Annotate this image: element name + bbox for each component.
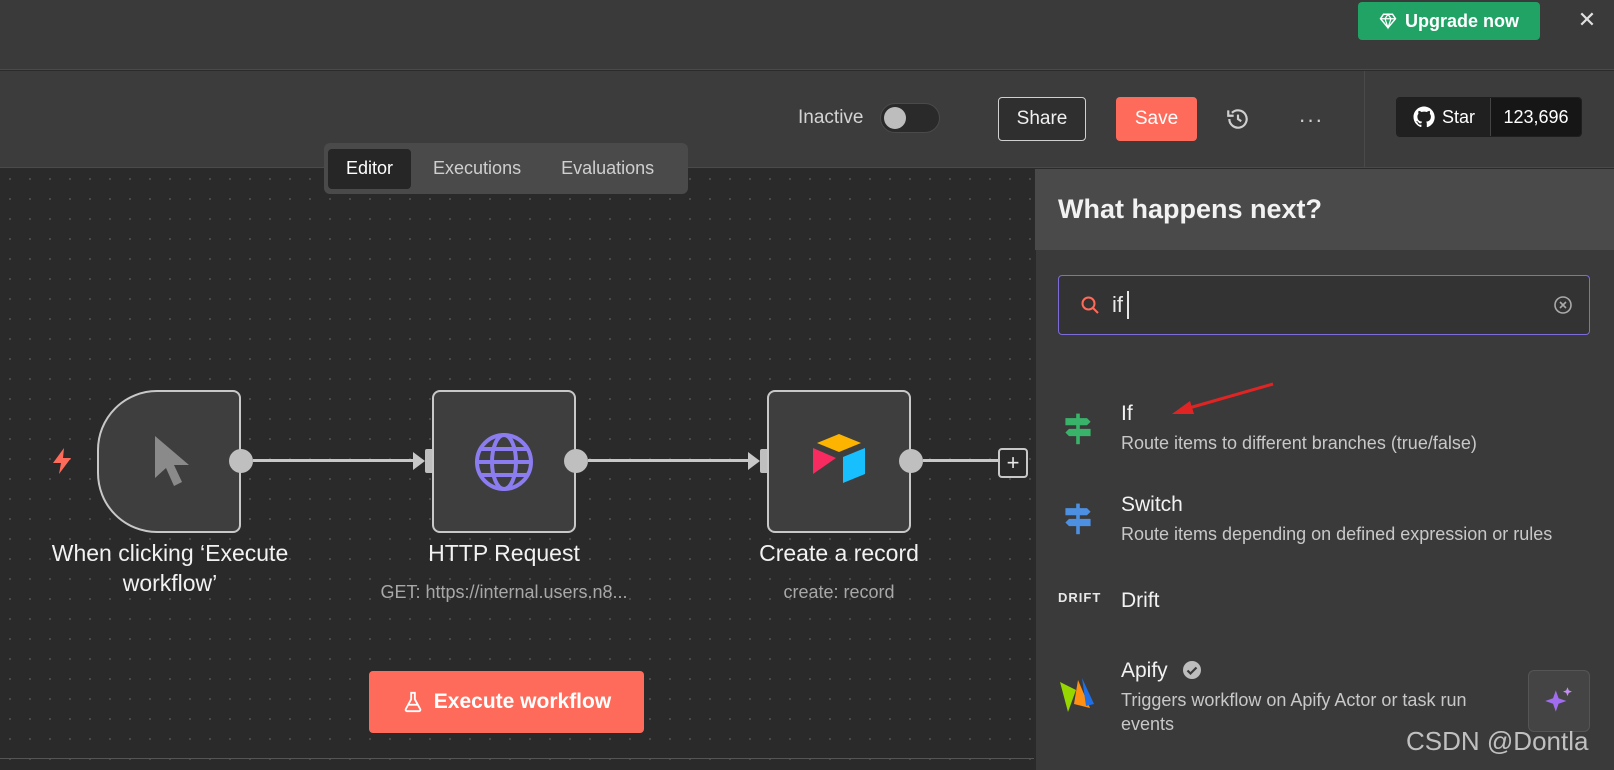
connection-edge bbox=[923, 459, 998, 462]
description-line: Triggers workflow on Apify Actor or task… bbox=[1121, 690, 1467, 710]
execute-workflow-button[interactable]: Execute workflow bbox=[369, 671, 644, 733]
share-button[interactable]: Share bbox=[998, 97, 1086, 141]
close-banner-icon[interactable]: ✕ bbox=[1575, 8, 1599, 32]
upgrade-now-button[interactable]: Upgrade now bbox=[1358, 2, 1540, 40]
annotation-arrow bbox=[1172, 382, 1274, 414]
github-star-count: 123,696 bbox=[1491, 98, 1581, 136]
ai-assistant-button[interactable] bbox=[1528, 670, 1590, 732]
upgrade-label: Upgrade now bbox=[1404, 10, 1519, 31]
node-subtitle: GET: https://internal.users.n8... bbox=[380, 582, 628, 602]
result-title[interactable]: Apify bbox=[1121, 659, 1202, 683]
connection-arrow bbox=[748, 452, 760, 470]
add-node-icon[interactable]: + bbox=[998, 448, 1028, 478]
node-title: Create a record bbox=[759, 540, 919, 566]
history-icon[interactable] bbox=[1225, 106, 1251, 132]
apify-logo-icon bbox=[1056, 674, 1096, 714]
node-output-connector[interactable] bbox=[229, 449, 253, 473]
diamond-icon bbox=[1379, 13, 1397, 30]
search-icon bbox=[1081, 296, 1099, 314]
github-star-button[interactable]: Star 123,696 bbox=[1396, 97, 1582, 137]
connection-arrow bbox=[413, 452, 425, 470]
node-output-connector[interactable] bbox=[564, 449, 588, 473]
trigger-bolt-icon bbox=[53, 448, 71, 474]
verified-badge-icon bbox=[1182, 661, 1201, 679]
toggle-knob bbox=[884, 107, 906, 129]
header-divider bbox=[1364, 71, 1365, 168]
clear-search-icon[interactable] bbox=[1552, 294, 1574, 316]
apify-title: Apify bbox=[1121, 659, 1168, 682]
connection-edge bbox=[588, 459, 748, 462]
node-title-line: workflow’ bbox=[122, 570, 218, 596]
tab-evaluations[interactable]: Evaluations bbox=[543, 149, 672, 189]
view-tabs: Editor Executions Evaluations bbox=[324, 143, 688, 194]
node-title: HTTP Request bbox=[428, 540, 580, 566]
node-search-input[interactable] bbox=[1112, 288, 1532, 322]
airtable-icon bbox=[813, 433, 865, 483]
node-output-connector[interactable] bbox=[899, 449, 923, 473]
canvas-bottom-border bbox=[0, 758, 1034, 759]
tab-editor[interactable]: Editor bbox=[328, 148, 412, 189]
connection-edge bbox=[253, 459, 413, 462]
github-icon bbox=[1413, 106, 1435, 128]
if-signpost-icon bbox=[1058, 408, 1098, 448]
result-description: Route items depending on defined express… bbox=[1121, 524, 1553, 544]
cursor-icon bbox=[155, 435, 189, 486]
text-caret bbox=[1127, 291, 1129, 319]
execute-workflow-label: Execute workflow bbox=[433, 690, 612, 713]
github-star-label: Star bbox=[1441, 106, 1475, 127]
http-request-node[interactable] bbox=[432, 390, 576, 533]
node-subtitle: create: record bbox=[783, 582, 895, 602]
result-description: Route items to different branches (true/… bbox=[1121, 433, 1477, 453]
watermark: CSDN @Dontla bbox=[1406, 726, 1589, 756]
switch-signpost-icon bbox=[1058, 498, 1098, 538]
drift-logo-icon: DRIFT bbox=[1058, 590, 1102, 605]
active-status-label: Inactive bbox=[798, 107, 864, 128]
active-toggle[interactable] bbox=[880, 103, 940, 133]
flask-icon bbox=[404, 691, 422, 713]
save-button[interactable]: Save bbox=[1116, 97, 1197, 141]
manual-trigger-node[interactable] bbox=[97, 390, 241, 533]
node-title-line: When clicking ‘Execute bbox=[51, 540, 289, 566]
github-star-part[interactable]: Star bbox=[1397, 98, 1491, 136]
node-title: When clicking ‘Execute workflow’ bbox=[20, 538, 320, 598]
create-record-node[interactable] bbox=[767, 390, 911, 533]
result-title[interactable]: If bbox=[1121, 402, 1133, 426]
result-title[interactable]: Switch bbox=[1121, 493, 1183, 517]
sparkle-icon bbox=[1545, 687, 1572, 712]
globe-icon bbox=[475, 432, 533, 491]
more-options-icon[interactable]: ··· bbox=[1298, 107, 1324, 132]
result-title[interactable]: Drift bbox=[1121, 589, 1160, 613]
panel-title: What happens next? bbox=[1058, 194, 1323, 224]
tab-executions[interactable]: Executions bbox=[415, 149, 539, 189]
